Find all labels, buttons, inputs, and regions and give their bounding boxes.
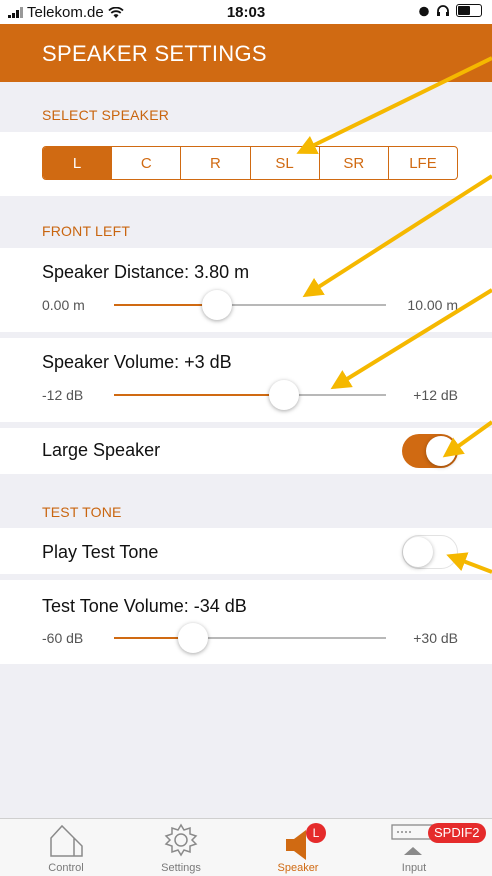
page-title: SPEAKER SETTINGS <box>42 41 267 66</box>
toggle-knob <box>426 436 456 466</box>
status-right-group <box>418 4 482 17</box>
test-tone-volume-value: -34 dB <box>193 596 247 616</box>
slider-fill <box>114 394 284 396</box>
test-tone-volume-label: Test Tone Volume: -34 dB <box>42 596 247 617</box>
play-test-tone-label: Play Test Tone <box>42 542 159 562</box>
speaker-volume-title: Speaker Volume: <box>42 352 180 372</box>
section-header-select-speaker: SELECT SPEAKER <box>42 107 170 123</box>
speaker-distance-label: Speaker Distance: 3.80 m <box>42 262 249 283</box>
speaker-distance-title: Speaker Distance: <box>42 262 190 282</box>
speaker-volume-value: +3 dB <box>184 352 232 372</box>
tab-input-label: Input <box>401 862 427 874</box>
speaker-volume-slider[interactable] <box>114 380 386 410</box>
speaker-distance-value: 3.80 m <box>194 262 250 282</box>
alarm-icon <box>419 6 429 16</box>
tab-settings-label: Settings <box>161 862 201 874</box>
tab-speaker[interactable]: L Speaker <box>248 819 348 876</box>
tab-settings[interactable]: Settings <box>131 819 231 876</box>
play-test-tone-toggle[interactable] <box>402 535 458 569</box>
segment-sl[interactable]: SL <box>249 147 319 179</box>
battery-icon <box>456 4 482 17</box>
speaker-segmented-control: L C R SL SR LFE <box>42 146 458 180</box>
segment-l[interactable]: L <box>43 147 112 179</box>
speaker-distance-min: 0.00 m <box>42 297 85 313</box>
slider-thumb[interactable] <box>202 290 233 320</box>
section-header-front-left: FRONT LEFT <box>42 223 131 239</box>
speaker-volume-max: +12 dB <box>413 387 458 403</box>
test-tone-volume-min: -60 dB <box>42 630 84 646</box>
test-tone-volume-title: Test Tone Volume: <box>42 596 189 616</box>
slider-thumb[interactable] <box>177 623 208 653</box>
speaker-distance-max: 10.00 m <box>407 297 458 313</box>
status-bar: Telekom.de 18:03 <box>0 0 492 24</box>
tab-control-label: Control <box>48 862 84 874</box>
segment-r[interactable]: R <box>180 147 249 179</box>
gear-icon <box>164 823 198 857</box>
nav-bar: SPEAKER SETTINGS <box>0 24 492 82</box>
section-header-test-tone: TEST TONE <box>42 504 122 520</box>
segment-sr[interactable]: SR <box>318 147 388 179</box>
speaker-volume-label: Speaker Volume: +3 dB <box>42 352 232 373</box>
toggle-knob <box>403 537 433 567</box>
house-icon <box>50 824 83 857</box>
test-tone-volume-slider[interactable] <box>114 623 386 653</box>
speaker-volume-min: -12 dB <box>42 387 84 403</box>
segment-c[interactable]: C <box>111 147 180 179</box>
speaker-distance-slider[interactable] <box>114 290 386 320</box>
speaker-badge: L <box>306 823 326 843</box>
tab-input[interactable]: SPDIF2 Input <box>364 819 486 876</box>
segment-lfe[interactable]: LFE <box>387 147 457 179</box>
large-speaker-toggle[interactable] <box>402 434 458 468</box>
tab-control[interactable]: Control <box>16 819 116 876</box>
input-badge: SPDIF2 <box>428 823 486 843</box>
headphones-icon <box>437 4 449 16</box>
slider-thumb[interactable] <box>269 380 299 410</box>
large-speaker-label: Large Speaker <box>42 440 161 460</box>
tab-bar: Control Settings L Speaker SPDIF2 Input <box>0 818 492 876</box>
test-tone-volume-max: +30 dB <box>413 630 458 646</box>
tab-speaker-label: Speaker <box>277 862 319 874</box>
